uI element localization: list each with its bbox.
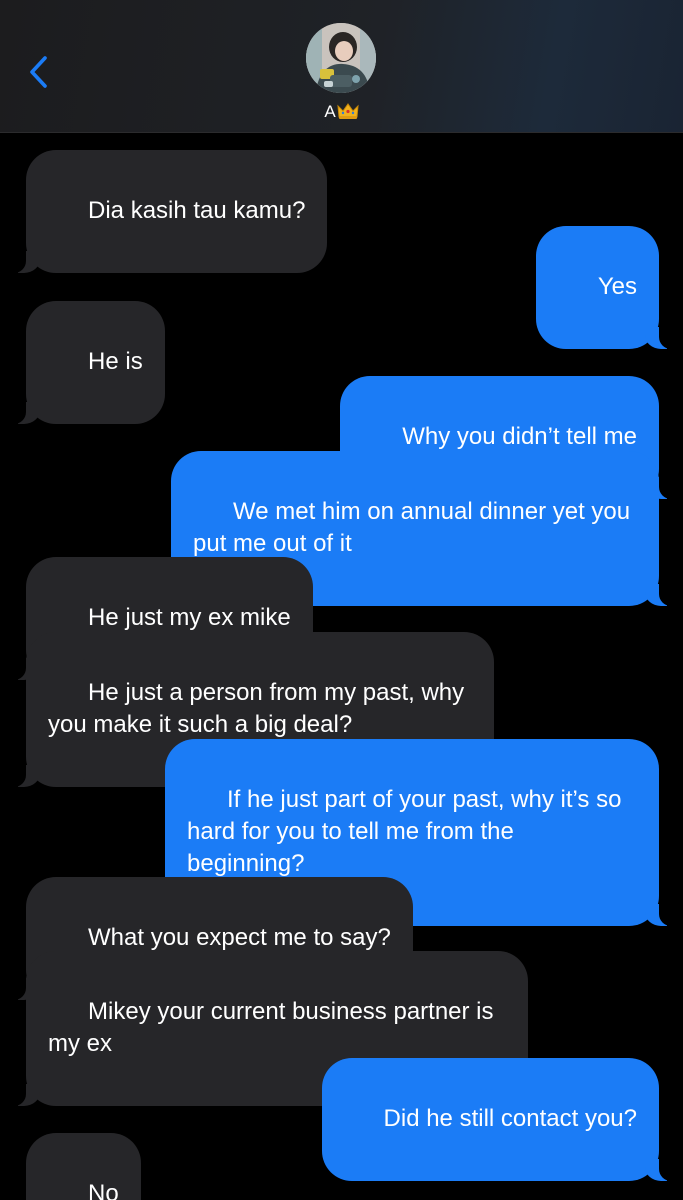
message-bubble-incoming[interactable]: He is: [12, 301, 165, 424]
conversation-header: A: [0, 0, 683, 133]
message-text: Why you didn’t tell me: [402, 423, 637, 450]
message-thread[interactable]: Dia kasih tau kamu? Yes He is Why you di…: [0, 0, 683, 1200]
message-text: Mikey your current business partner is m…: [48, 998, 501, 1057]
avatar-photo: [306, 23, 376, 93]
message-text: He is: [88, 348, 143, 375]
message-text: He just my ex mike: [88, 604, 291, 631]
crown-icon: [337, 103, 359, 119]
chevron-left-icon: [30, 56, 47, 88]
message-bubble-outgoing[interactable]: Did he still contact you?: [321, 1058, 674, 1181]
message-text: We met him on annual dinner yet you put …: [193, 498, 637, 557]
message-text: If he just part of your past, why it’s s…: [187, 786, 629, 877]
message-text: He just a person from my past, why you m…: [48, 679, 471, 738]
message-text: What you expect me to say?: [88, 924, 391, 951]
contact-name[interactable]: A: [0, 100, 683, 124]
contact-name-text: A: [324, 102, 336, 121]
message-bubble-incoming[interactable]: Dia kasih tau kamu?: [11, 150, 328, 273]
avatar[interactable]: [306, 23, 376, 93]
message-text: No: [88, 1180, 119, 1200]
message-text: Did he still contact you?: [383, 1105, 637, 1132]
message-bubble-outgoing[interactable]: Yes: [535, 226, 674, 349]
message-bubble-incoming[interactable]: No: [26, 1133, 141, 1200]
message-text: Yes: [597, 273, 637, 300]
back-button[interactable]: [22, 52, 56, 92]
chat-screen: Dia kasih tau kamu? Yes He is Why you di…: [0, 0, 683, 1200]
message-text: Dia kasih tau kamu?: [88, 197, 306, 224]
